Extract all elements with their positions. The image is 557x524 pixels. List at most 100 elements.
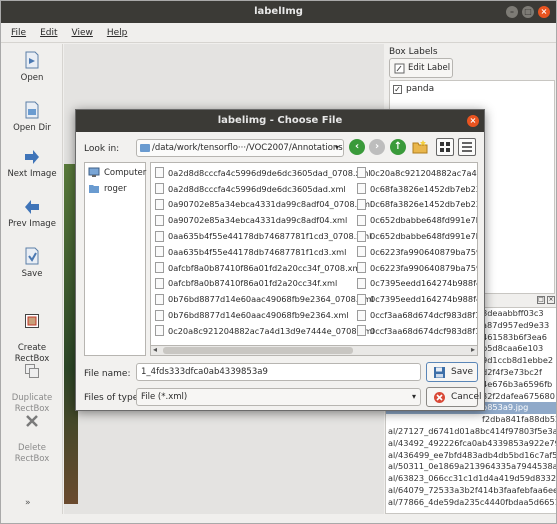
file-item[interactable]: 0aa635b4f55e44178db74687781f1cd3_0708.xm… <box>155 228 374 244</box>
detail-view-button[interactable] <box>458 138 476 156</box>
back-button[interactable]: ‹ <box>349 139 365 155</box>
menu-view[interactable]: View <box>72 28 93 38</box>
toolbar-more-icon[interactable]: » <box>25 498 31 508</box>
open-button[interactable]: Open <box>1 50 63 83</box>
dialog-titlebar: labelimg - Choose File × <box>76 110 484 132</box>
xml-file-icon <box>155 230 164 242</box>
file-item[interactable]: 0b76bd8877d14e60aac49068fb9e2364_0708.xm… <box>155 291 374 307</box>
dock-controls: □ × <box>537 296 555 304</box>
files-of-type-select[interactable]: File (*.xml) ▾ <box>136 388 421 406</box>
box-labels-title: Box Labels <box>389 47 438 57</box>
file-item[interactable]: 0c652dbabbe648fd991e7b5 <box>357 228 477 244</box>
files-of-type-label: Files of type: <box>84 393 142 403</box>
maximize-button[interactable]: □ <box>522 6 534 18</box>
menu-edit[interactable]: Edit <box>40 28 57 38</box>
file-list-item[interactable]: al/43492_492226fca0ab4339853a922e79e <box>386 438 556 450</box>
xml-file-icon <box>155 325 164 337</box>
menu-file[interactable]: File <box>11 28 26 38</box>
open-dir-icon <box>25 101 39 119</box>
xml-file-icon <box>155 214 164 226</box>
checkbox-icon[interactable]: ✓ <box>393 84 402 94</box>
parent-dir-button[interactable]: ↑ <box>390 139 406 155</box>
labelimg-window: labelImg – □ × File Edit View Help Open … <box>0 0 557 524</box>
look-in-combo[interactable]: /data/work/tensorflo···/VOC2007/Annotati… <box>136 139 344 157</box>
xml-file-icon <box>155 309 164 321</box>
edit-label-button[interactable]: Edit Label <box>389 58 453 78</box>
file-item[interactable]: 0a90702e85a34ebca4331da99c8adf04.xml <box>155 212 374 228</box>
file-item[interactable]: 0a90702e85a34ebca4331da99c8adf04_0708.xm… <box>155 197 374 213</box>
file-item[interactable]: 0c6223fa990640879ba7593 <box>357 244 477 260</box>
window-titlebar: labelImg – □ × <box>1 1 556 23</box>
file-name-label: File name: <box>84 369 131 379</box>
file-item[interactable]: 0c7395eedd164274b988f41 <box>357 291 477 307</box>
list-icon <box>462 142 472 152</box>
xml-file-icon <box>155 198 164 210</box>
file-item[interactable]: 0aa635b4f55e44178db74687781f1cd3.xml <box>155 244 374 260</box>
open-file-icon <box>25 51 39 69</box>
minimize-button[interactable]: – <box>506 6 518 18</box>
file-list-item[interactable]: f2dba841fa88db52 <box>386 414 556 426</box>
file-item[interactable]: 0a2d8d8cccfa4c5996d9de6dc3605dad.xml <box>155 181 374 197</box>
file-list-item[interactable]: al/50311_0e1869a213964335a7944538a8 <box>386 461 556 473</box>
file-list-item[interactable]: al/64079_72533a3b2f414b3faafebfaa6ee <box>386 485 556 497</box>
menu-help[interactable]: Help <box>107 28 128 38</box>
horizontal-scrollbar[interactable]: ◂ ▸ <box>150 345 478 356</box>
file-item[interactable]: 0c7395eedd164274b988f41 <box>357 276 477 292</box>
file-item[interactable]: 0c6223fa990640879ba7593 <box>357 260 477 276</box>
places-sidebar: Computer roger <box>84 162 146 356</box>
file-item[interactable]: 0c20a8c921204882ac7a4d13d9e7444e_0708.xm… <box>155 323 374 339</box>
next-image-button[interactable]: Next Image <box>1 148 63 179</box>
place-roger[interactable]: roger <box>88 183 127 194</box>
scroll-thumb[interactable] <box>163 347 353 354</box>
file-list-item[interactable]: al/436499_ee7bfd483adb4db5bd16c7af51 <box>386 450 556 462</box>
xml-file-icon <box>155 183 164 195</box>
folder-icon <box>89 185 99 193</box>
scroll-left-icon[interactable]: ◂ <box>153 345 157 354</box>
close-button[interactable]: × <box>538 6 550 18</box>
file-item[interactable]: 0c20a8c921204882ac7a4d1 <box>357 165 477 181</box>
xml-file-icon <box>155 277 164 289</box>
file-item[interactable]: 0c652dbabbe648fd991e7b5 <box>357 212 477 228</box>
save-icon <box>25 247 39 265</box>
file-name-input[interactable]: 1_4fds333dfca0ab4339853a9 <box>136 363 421 381</box>
file-list-item[interactable]: al/63823_066cc31c1d1d4a419d59d8332b <box>386 473 556 485</box>
file-item[interactable]: 0ccf3aa68d674dcf983d8f1c <box>357 307 477 323</box>
file-item[interactable]: 0afcbf8a0b87410f86a01fd2a20cc34f_0708.xm… <box>155 260 374 276</box>
file-list-item[interactable]: al/77866_4de59da235c4440fbdaa5d6651 <box>386 497 556 509</box>
floppy-icon <box>434 367 445 378</box>
new-folder-icon[interactable] <box>412 139 428 155</box>
save-button[interactable]: Save <box>426 362 478 382</box>
place-computer[interactable]: Computer <box>88 167 146 178</box>
xml-file-icon <box>357 167 366 179</box>
dialog-close-button[interactable]: × <box>467 115 479 127</box>
dock-float-icon[interactable]: □ <box>537 296 545 304</box>
scroll-right-icon[interactable]: ▸ <box>471 345 475 354</box>
file-list-item[interactable]: al/27127_d6741d01a8bc414f97803f5e3a5 <box>386 426 556 438</box>
chevron-down-icon: ▾ <box>411 392 416 401</box>
xml-file-icon <box>357 183 366 195</box>
xml-file-icon <box>155 293 164 305</box>
edit-icon <box>394 63 405 74</box>
file-item[interactable]: 0c68fa3826e1452db7eb23f <box>357 197 477 213</box>
xml-file-icon <box>357 198 366 210</box>
file-item[interactable]: 0a2d8d8cccfa4c5996d9de6dc3605dad_0708.xm… <box>155 165 374 181</box>
file-column-1: 0a2d8d8cccfa4c5996d9de6dc3605dad_0708.xm… <box>155 165 374 339</box>
computer-icon <box>88 167 100 177</box>
dock-close-icon[interactable]: × <box>547 296 555 304</box>
file-item[interactable]: 0c68fa3826e1452db7eb23f <box>357 181 477 197</box>
forward-button[interactable]: › <box>369 139 385 155</box>
delete-rectbox-button[interactable]: Delete RectBox <box>1 402 63 465</box>
file-item[interactable]: 0b76bd8877d14e60aac49068fb9e2364.xml <box>155 307 374 323</box>
xml-file-icon <box>357 214 366 226</box>
label-item-panda[interactable]: ✓ panda <box>393 84 434 94</box>
file-item[interactable]: 0afcbf8a0b87410f86a01fd2a20cc34f.xml <box>155 276 374 292</box>
xml-file-icon <box>357 262 366 274</box>
prev-image-button[interactable]: Prev Image <box>1 198 63 229</box>
open-dir-button[interactable]: Open Dir <box>1 100 63 133</box>
list-view-button[interactable] <box>436 138 454 156</box>
file-item[interactable]: 0ccf3aa68d674dcf983d8f1c <box>357 323 477 339</box>
choose-file-dialog: labelimg - Choose File × Look in: /data/… <box>75 109 485 411</box>
cancel-button[interactable]: Cancel <box>426 387 482 407</box>
save-toolbar-button[interactable]: Save <box>1 246 63 279</box>
dialog-title: labelimg - Choose File <box>217 115 343 126</box>
